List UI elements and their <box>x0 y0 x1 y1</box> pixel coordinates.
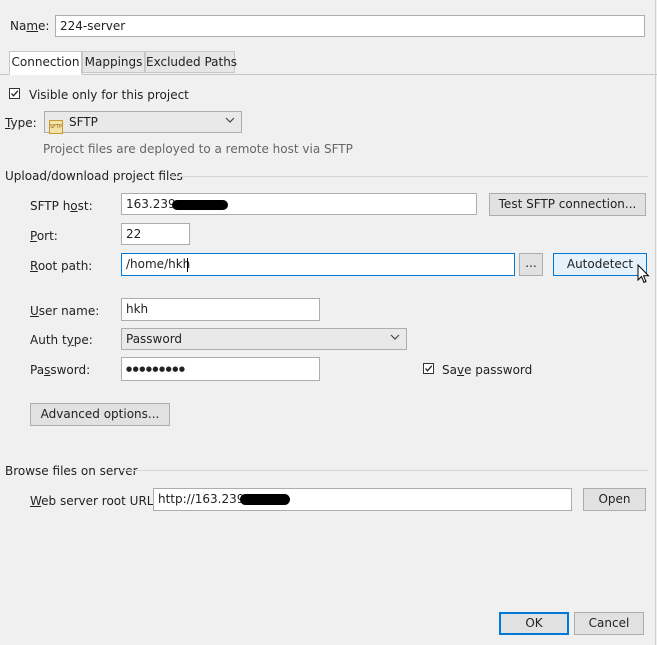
auth-type-label: Auth type: <box>30 333 93 347</box>
web-root-label: Web server root URL: <box>30 494 158 508</box>
text-caret <box>187 258 188 272</box>
ok-button[interactable]: OK <box>499 612 569 635</box>
sftp-icon: SFTP <box>49 120 63 134</box>
type-select[interactable]: SFTP SFTP <box>44 111 242 134</box>
auth-type-value: Password <box>126 332 183 346</box>
auth-type-select[interactable]: Password <box>121 328 407 350</box>
tab-mappings[interactable]: Mappings <box>82 51 145 73</box>
chevron-down-icon <box>225 117 235 123</box>
tab-excluded-paths[interactable]: Excluded Paths <box>145 51 237 73</box>
connection-panel <box>0 75 657 645</box>
name-input[interactable]: 224-server <box>55 15 645 37</box>
browse-section-divider <box>122 470 648 471</box>
browse-section-title: Browse files on server <box>5 464 138 478</box>
autodetect-button[interactable]: Autodetect <box>553 253 647 276</box>
open-button[interactable]: Open <box>583 488 646 511</box>
name-label: Name: <box>10 19 50 33</box>
cancel-button[interactable]: Cancel <box>574 612 644 635</box>
window-border <box>655 0 656 645</box>
sftp-host-label: SFTP host: <box>30 199 93 213</box>
user-name-input[interactable]: hkh <box>121 298 320 321</box>
port-input[interactable]: 22 <box>121 223 190 245</box>
mouse-cursor-icon <box>637 264 650 284</box>
test-connection-button[interactable]: Test SFTP connection... <box>489 193 646 216</box>
port-label: Port: <box>30 229 58 243</box>
upload-section-title: Upload/download project files <box>5 169 183 183</box>
visible-only-label: Visible only for this project <box>29 88 189 102</box>
upload-section-divider <box>168 176 648 177</box>
user-name-label: User name: <box>30 304 100 318</box>
save-password-checkbox[interactable] <box>423 363 434 374</box>
root-path-input[interactable]: /home/hkh <box>121 253 515 276</box>
visible-only-checkbox[interactable] <box>9 88 20 99</box>
type-label: Type: <box>5 116 37 130</box>
redaction-mark <box>172 200 228 210</box>
save-password-label: Save password <box>442 363 533 377</box>
chevron-down-icon <box>390 334 400 340</box>
browse-button[interactable]: ... <box>519 253 543 276</box>
password-input[interactable]: ●●●●●●●●● <box>121 357 320 381</box>
password-label: Password: <box>30 363 91 377</box>
redaction-mark <box>240 494 290 505</box>
type-description: Project files are deployed to a remote h… <box>43 142 353 156</box>
root-path-label: Root path: <box>30 259 93 273</box>
advanced-options-button[interactable]: Advanced options... <box>30 403 170 426</box>
tab-connection[interactable]: Connection <box>9 51 82 75</box>
web-root-input[interactable]: http://163.239. <box>153 488 572 511</box>
type-value: SFTP <box>69 115 98 129</box>
